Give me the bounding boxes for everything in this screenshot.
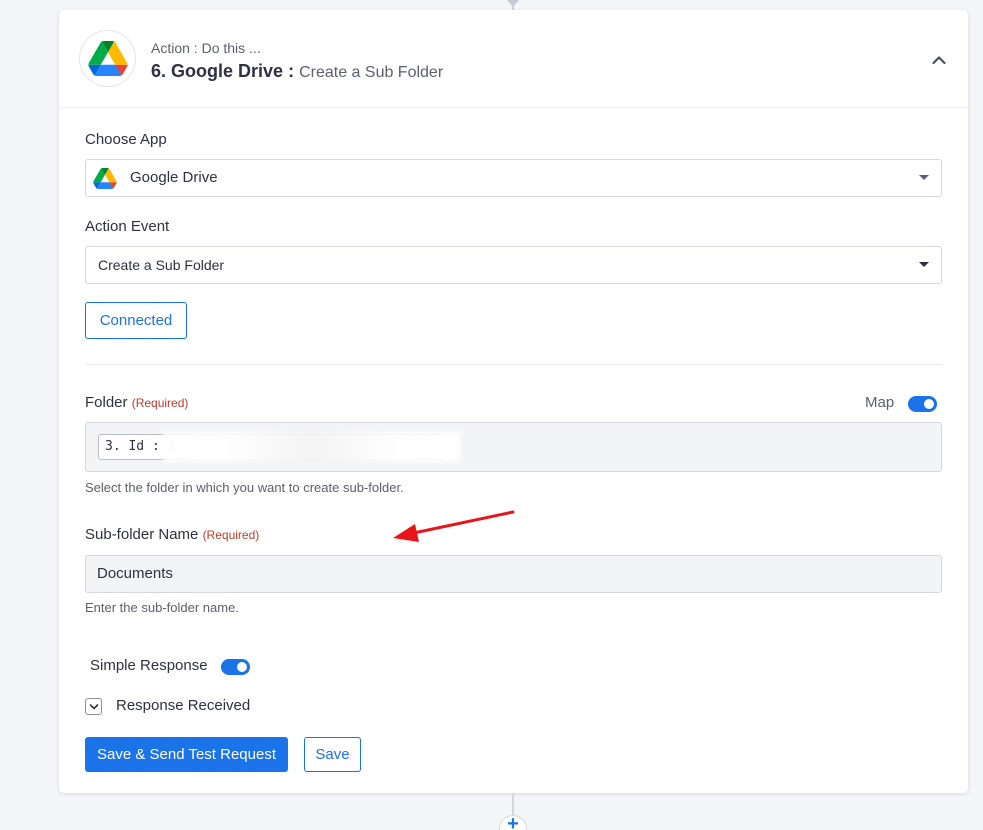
- action-event-value: Create a Sub Folder: [98, 257, 225, 273]
- map-toggle[interactable]: [908, 396, 937, 412]
- choose-app-label: Choose App: [85, 131, 167, 148]
- simple-response-toggle[interactable]: [221, 659, 250, 675]
- step-event-name: Create a Sub Folder: [299, 64, 444, 81]
- subfolder-name-input[interactable]: Documents: [85, 555, 942, 593]
- subfolder-label: Sub-folder Name (Required): [85, 526, 259, 543]
- google-drive-icon: [87, 41, 128, 76]
- save-send-test-button[interactable]: Save & Send Test Request: [85, 737, 288, 772]
- action-step-card: Action : Do this ... 6. Google Drive : C…: [59, 10, 968, 793]
- step-app-name: 6. Google Drive: [151, 61, 284, 81]
- choose-app-select[interactable]: Google Drive: [85, 159, 942, 197]
- map-label: Map: [865, 394, 895, 411]
- choose-app-value: Google Drive: [130, 169, 218, 186]
- save-button[interactable]: Save: [304, 737, 361, 772]
- flow-arrow-down-icon: [507, 0, 519, 7]
- google-drive-icon: [93, 168, 117, 189]
- add-step-button[interactable]: +: [499, 814, 527, 830]
- simple-response-label: Simple Response: [90, 657, 208, 674]
- action-event-label: Action Event: [85, 218, 170, 235]
- chevron-up-icon[interactable]: [931, 52, 947, 68]
- step-title-separator: :: [288, 61, 295, 81]
- folder-help-text: Select the folder in which you want to c…: [85, 480, 404, 495]
- step-subtitle: Action : Do this ...: [151, 40, 261, 56]
- folder-label: Folder (Required): [85, 394, 188, 411]
- redacted-value: [163, 432, 461, 462]
- step-header[interactable]: Action : Do this ... 6. Google Drive : C…: [59, 10, 968, 108]
- step-title: 6. Google Drive : Create a Sub Folder: [151, 61, 443, 82]
- required-marker: (Required): [131, 396, 189, 410]
- required-marker: (Required): [202, 528, 260, 542]
- caret-down-icon: [919, 175, 929, 180]
- response-received-expander[interactable]: [85, 698, 102, 715]
- folder-label-text: Folder: [85, 394, 128, 411]
- folder-field[interactable]: 3. Id : 1: [85, 422, 942, 472]
- caret-down-icon: [919, 262, 929, 267]
- subfolder-label-text: Sub-folder Name: [85, 526, 199, 543]
- subfolder-help-text: Enter the sub-folder name.: [85, 600, 239, 615]
- action-event-select[interactable]: Create a Sub Folder: [85, 246, 942, 284]
- annotation-arrow-icon: [393, 510, 515, 542]
- subfolder-name-value: Documents: [97, 565, 173, 582]
- chevron-down-icon: [89, 703, 98, 709]
- response-received-label[interactable]: Response Received: [116, 697, 250, 714]
- connected-button[interactable]: Connected: [85, 302, 187, 339]
- section-divider: [85, 364, 942, 365]
- app-logo: [79, 30, 136, 87]
